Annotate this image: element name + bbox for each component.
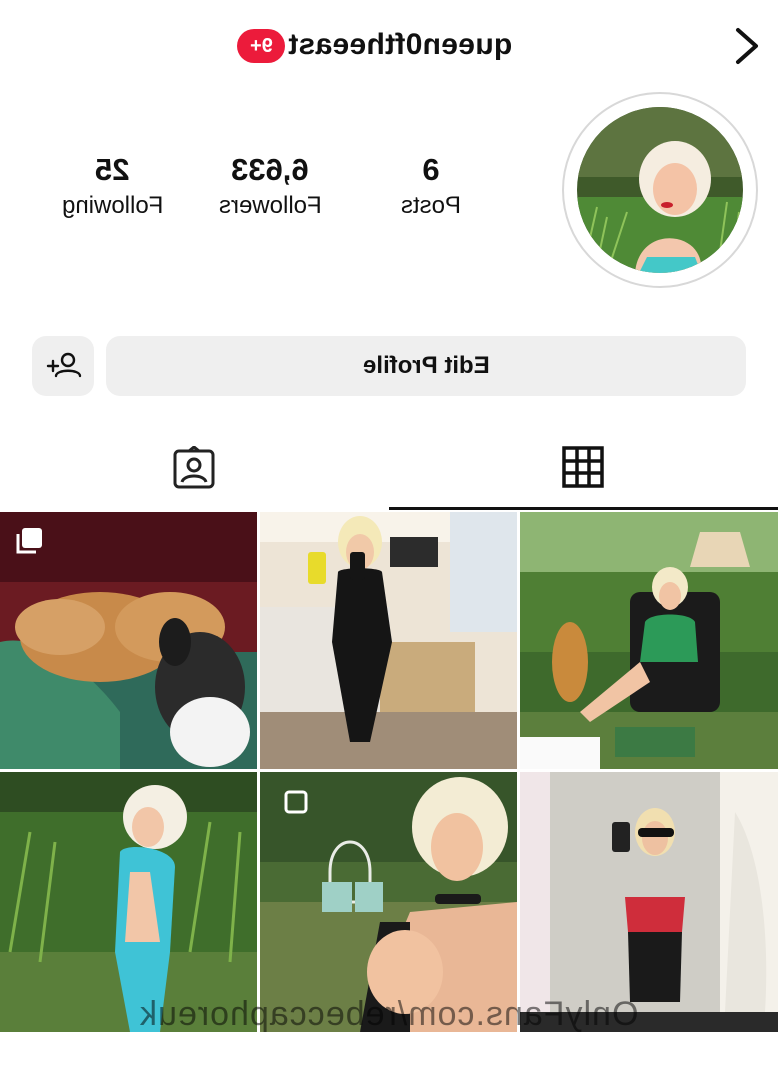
stat-posts[interactable]: 6 Posts (386, 152, 476, 220)
username[interactable]: queen0ftheeast (288, 28, 512, 62)
posts-grid (0, 512, 778, 1032)
post-thumbnail[interactable] (520, 772, 778, 1032)
grid-icon (562, 446, 604, 488)
stat-followers[interactable]: 6,633 Followers (200, 152, 340, 220)
add-person-button[interactable] (32, 336, 94, 396)
post-thumbnail[interactable] (520, 512, 778, 769)
followers-count: 6,633 (231, 152, 309, 187)
post-thumbnail[interactable] (0, 512, 257, 769)
posts-label: Posts (400, 192, 462, 219)
following-count: 25 (95, 152, 130, 187)
edit-profile-button[interactable]: Edit Profile (106, 336, 746, 396)
notification-badge[interactable]: 9+ (237, 29, 285, 63)
tab-tagged[interactable] (0, 420, 389, 510)
following-label: Following (61, 192, 164, 219)
post-thumbnail[interactable] (260, 512, 517, 769)
profile-avatar[interactable] (562, 92, 758, 288)
followers-label: Followers (218, 192, 322, 219)
avatar-photo (577, 107, 743, 273)
tagged-person-icon (173, 446, 215, 489)
post-thumbnail[interactable] (260, 772, 517, 1032)
multiple-photos-icon (16, 528, 42, 554)
profile-header: queen0ftheeast 9+ (0, 0, 778, 92)
multiple-photos-icon (284, 790, 308, 814)
post-thumbnail[interactable] (0, 772, 257, 1032)
active-tab-indicator (389, 507, 778, 510)
stat-following[interactable]: 25 Following (45, 152, 180, 220)
watermark: OnlyFans.com/rebeccaphoreuk (139, 995, 639, 1033)
chevron-right-icon[interactable] (726, 24, 766, 68)
tab-grid[interactable] (389, 420, 778, 510)
add-person-icon (46, 352, 82, 378)
